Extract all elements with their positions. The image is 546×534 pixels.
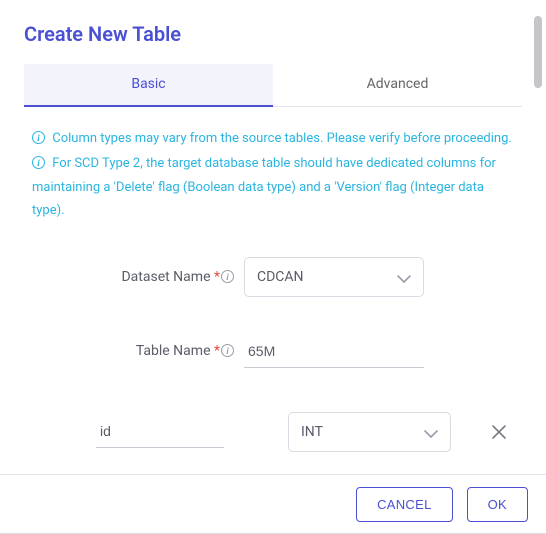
notice-1: Column types may vary from the source ta… xyxy=(32,127,514,150)
tab-advanced-label: Advanced xyxy=(367,76,429,92)
info-icon xyxy=(32,131,45,144)
required-asterisk: * xyxy=(214,269,220,285)
tab-basic-label: Basic xyxy=(131,76,165,92)
dataset-name-label-text: Dataset Name xyxy=(121,269,213,285)
info-icon xyxy=(221,270,234,283)
notice-2-text: For SCD Type 2, the target database tabl… xyxy=(32,156,496,218)
cancel-button-label: CANCEL xyxy=(377,497,432,512)
chevron-down-icon xyxy=(424,428,438,444)
column-type-value: INT xyxy=(301,424,323,440)
column-type-select[interactable]: INT xyxy=(288,412,451,452)
row-table-name: Table Name * xyxy=(24,335,522,368)
info-icon xyxy=(32,156,45,169)
column-definition-row: INT xyxy=(24,412,522,452)
dataset-name-label: Dataset Name * xyxy=(34,269,244,285)
scrollbar-thumb[interactable] xyxy=(534,16,542,88)
notice-1-text: Column types may vary from the source ta… xyxy=(52,131,512,146)
ok-button-label: OK xyxy=(488,497,507,512)
row-dataset-name: Dataset Name * CDCAN xyxy=(24,257,522,297)
close-icon xyxy=(491,424,507,440)
dataset-name-select[interactable]: CDCAN xyxy=(244,257,424,297)
column-name-input[interactable] xyxy=(96,415,224,448)
notices-block: Column types may vary from the source ta… xyxy=(24,107,522,231)
table-name-label-text: Table Name xyxy=(136,343,214,359)
dialog-footer: CANCEL OK xyxy=(0,474,546,534)
required-asterisk: * xyxy=(214,343,220,359)
info-icon xyxy=(221,344,234,357)
table-name-label: Table Name * xyxy=(34,343,244,359)
dialog-title: Create New Table xyxy=(24,22,522,46)
tab-advanced[interactable]: Advanced xyxy=(273,64,522,106)
cancel-button[interactable]: CANCEL xyxy=(356,487,453,522)
remove-column-button[interactable] xyxy=(485,418,512,446)
chevron-down-icon xyxy=(397,273,411,289)
tab-basic[interactable]: Basic xyxy=(24,64,273,106)
table-name-input[interactable] xyxy=(244,335,424,368)
dataset-name-value: CDCAN xyxy=(257,269,304,285)
tabs-container: Basic Advanced xyxy=(24,64,522,107)
ok-button[interactable]: OK xyxy=(467,487,528,522)
notice-2: For SCD Type 2, the target database tabl… xyxy=(32,152,514,222)
